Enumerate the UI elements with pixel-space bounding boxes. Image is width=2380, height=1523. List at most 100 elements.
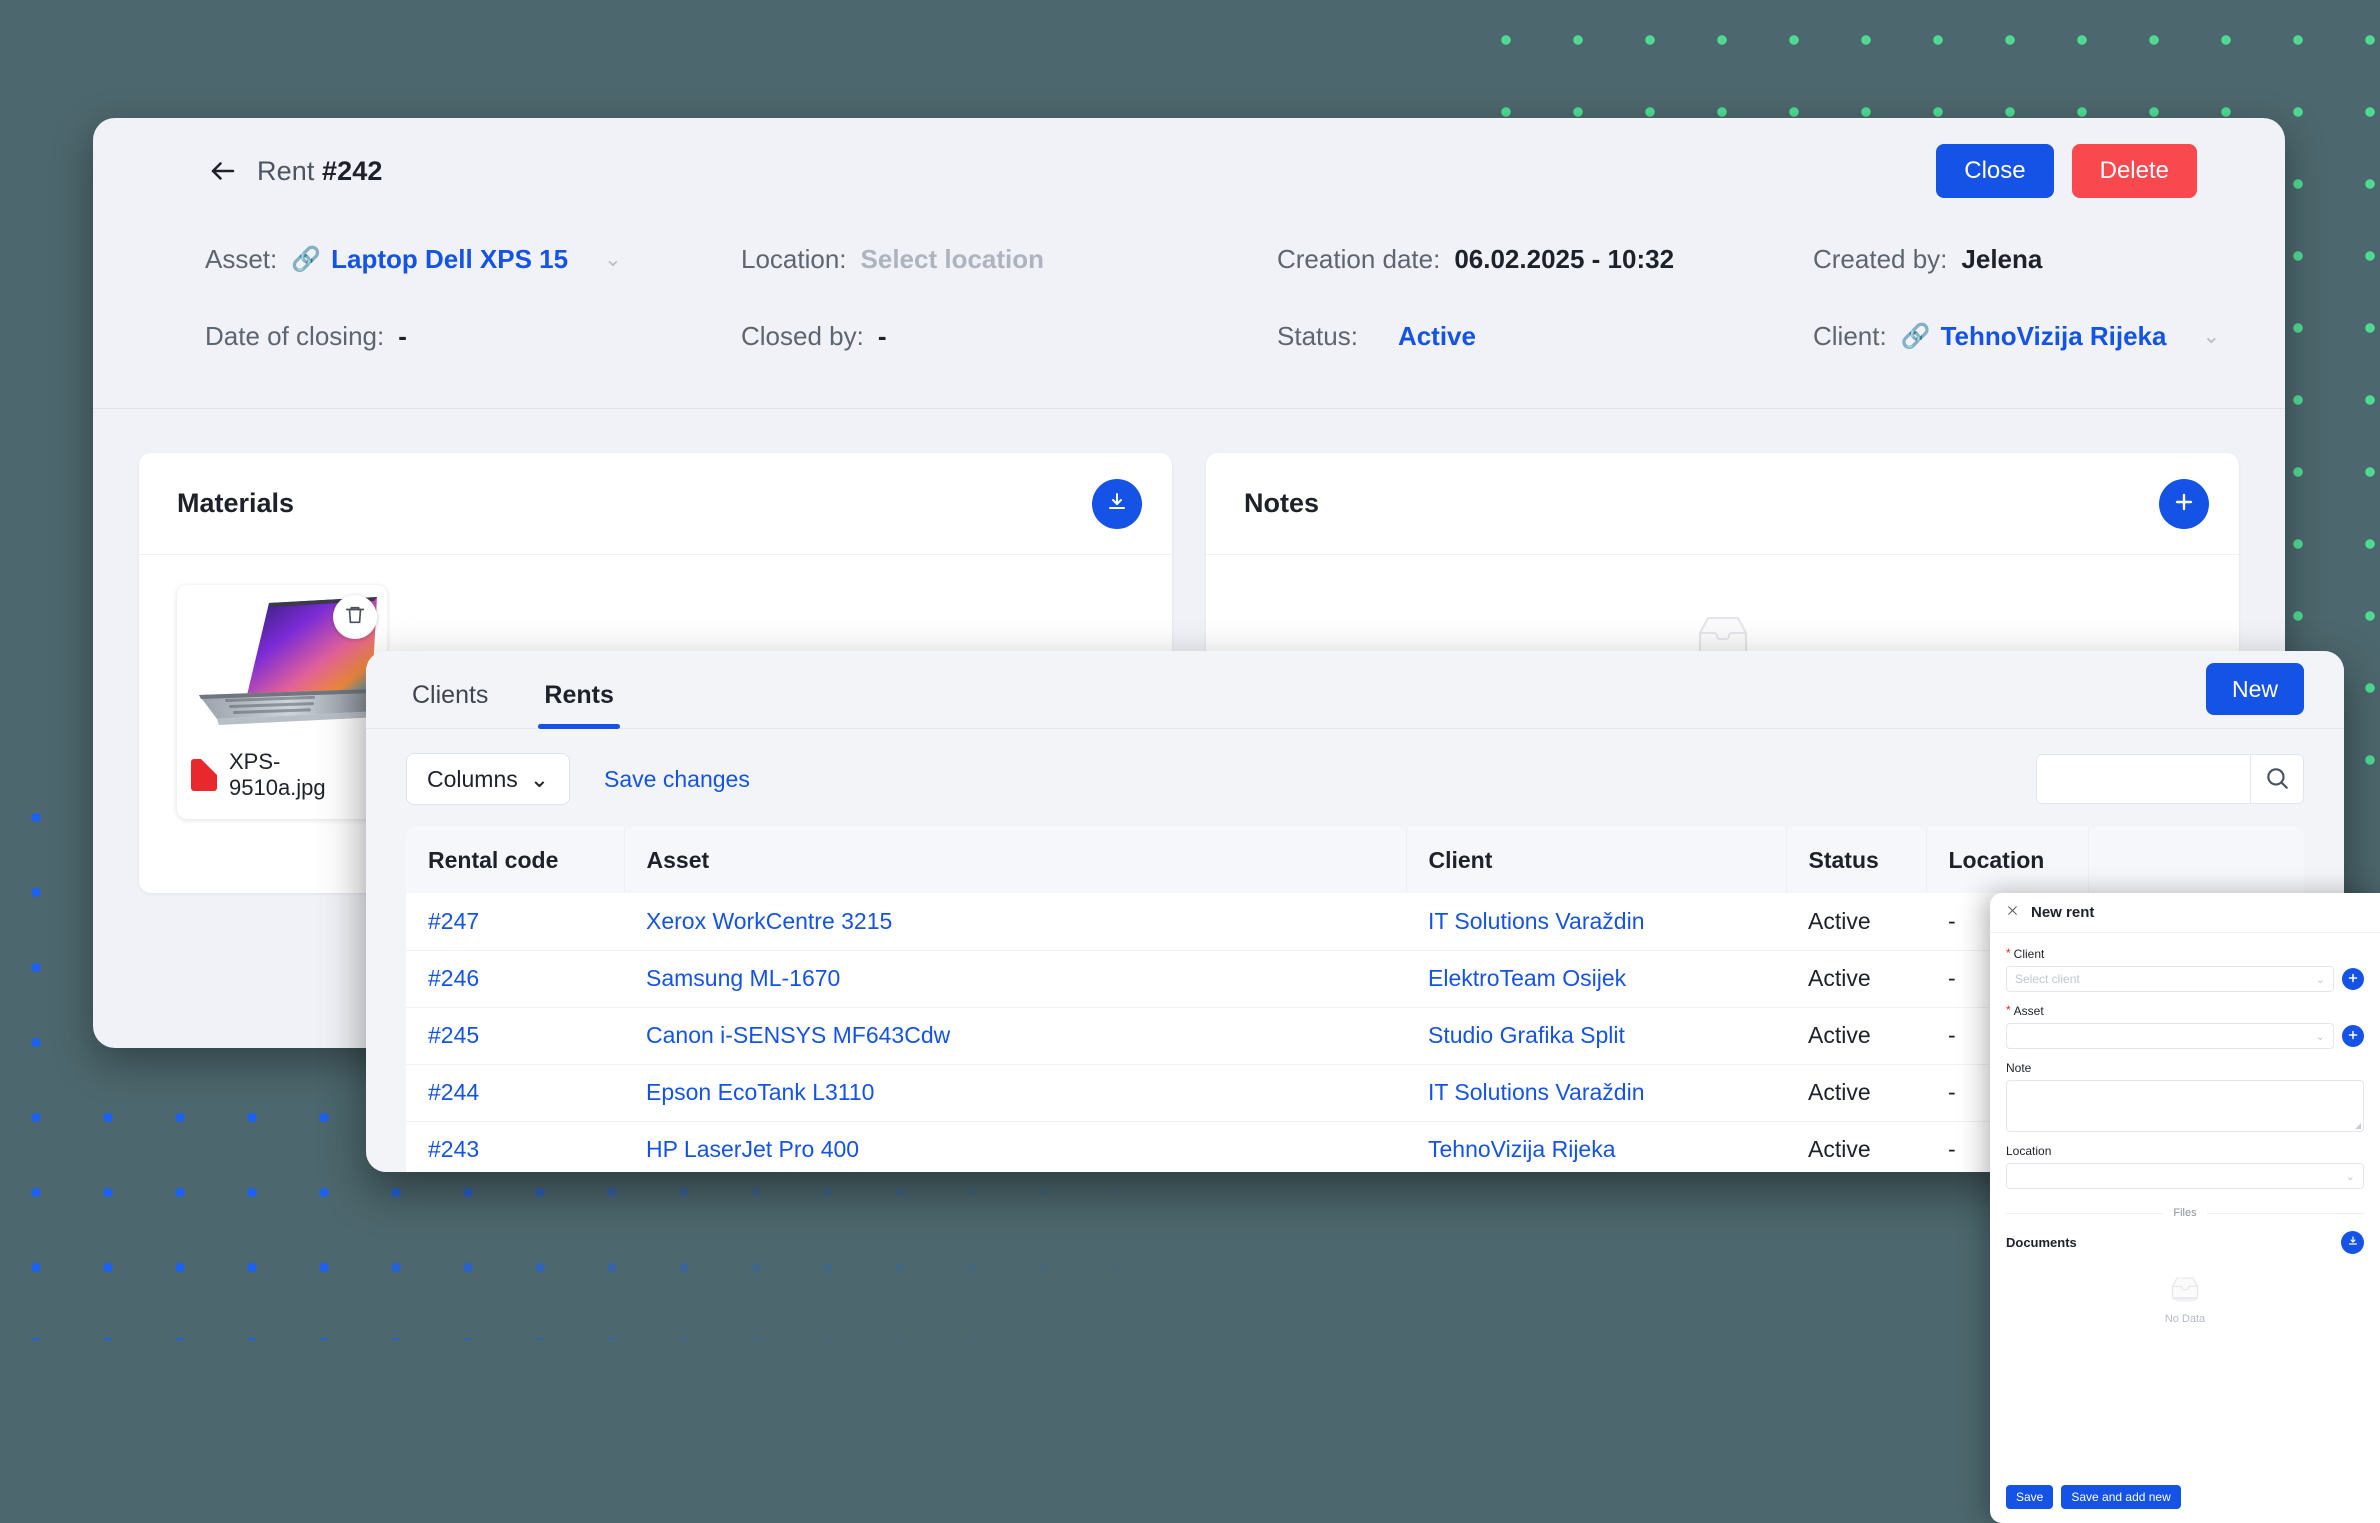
field-note-label-wrap: Note	[2006, 1061, 2364, 1075]
meta-closed-by: Closed by: -	[741, 321, 1277, 352]
cell-rental-code[interactable]: #244	[428, 1079, 479, 1105]
empty-box-icon	[2167, 1274, 2203, 1308]
upload-icon	[1105, 490, 1129, 517]
chevron-down-icon-client[interactable]: ⌄	[2202, 324, 2220, 349]
note-textarea[interactable]	[2006, 1080, 2364, 1132]
cell-status: Active	[1808, 1079, 1871, 1105]
cell-rental-code[interactable]: #247	[428, 908, 479, 934]
field-client-row: Select client ⌄	[2006, 966, 2364, 992]
chevron-down-icon: ⌄	[2315, 973, 2325, 986]
cell-rental-code[interactable]: #243	[428, 1136, 479, 1162]
plus-icon	[2347, 972, 2359, 987]
material-delete-button[interactable]	[333, 595, 377, 639]
cell-asset[interactable]: Epson EcoTank L3110	[646, 1079, 874, 1105]
add-client-button[interactable]	[2342, 968, 2364, 990]
chevron-down-icon-asset[interactable]: ⌄	[604, 247, 622, 272]
meta-location-value[interactable]: Select location	[861, 244, 1045, 275]
field-location: Location ⌄	[2006, 1144, 2364, 1189]
plus-icon	[2347, 1029, 2359, 1044]
drawer-title: New rent	[2031, 904, 2095, 921]
documents-title: Documents	[2006, 1235, 2077, 1250]
cell-client[interactable]: TehnoVizija Rijeka	[1428, 1136, 1616, 1162]
cell-client[interactable]: ElektroTeam Osijek	[1428, 965, 1626, 991]
cell-asset[interactable]: HP LaserJet Pro 400	[646, 1136, 859, 1162]
documents-header: Documents	[2006, 1231, 2364, 1254]
field-note: Note	[2006, 1061, 2364, 1132]
column-header-status[interactable]: Status	[1786, 827, 1927, 893]
save-and-add-new-button[interactable]: Save and add new	[2061, 1485, 2181, 1509]
new-rent-button[interactable]: New	[2205, 663, 2304, 715]
cell-asset[interactable]: Samsung ML-1670	[646, 965, 840, 991]
cell-client[interactable]: Studio Grafika Split	[1428, 1022, 1625, 1048]
meta-status: Status: Active	[1277, 321, 1813, 352]
column-header-asset[interactable]: Asset	[624, 827, 1407, 893]
cell-client[interactable]: IT Solutions Varaždin	[1428, 908, 1645, 934]
cell-rental-code[interactable]: #245	[428, 1022, 479, 1048]
field-client-label-wrap: * Client	[2006, 947, 2364, 961]
meta-asset-link[interactable]: 🔗 Laptop Dell XPS 15	[291, 244, 568, 275]
columns-button-label: Columns	[427, 765, 518, 792]
column-header-rental-code[interactable]: Rental code	[406, 827, 625, 893]
save-button[interactable]: Save	[2006, 1485, 2054, 1509]
material-thumbnail-card[interactable]: XPS-9510a.jpg	[177, 585, 387, 819]
field-asset-label-wrap: * Asset	[2006, 1004, 2364, 1018]
tab-rents[interactable]: Rents	[538, 681, 621, 729]
column-header-client[interactable]: Client	[1406, 827, 1787, 893]
add-asset-button[interactable]	[2342, 1025, 2364, 1047]
column-header-location[interactable]: Location	[1926, 827, 2089, 893]
cell-status: Active	[1808, 1022, 1871, 1048]
field-client-label: Client	[2013, 947, 2045, 961]
field-asset-label: Asset	[2013, 1004, 2044, 1018]
documents-upload-button[interactable]	[2341, 1231, 2364, 1254]
documents-empty-label: No Data	[2164, 1313, 2206, 1325]
table-header-row: Rental code Asset Client Status Location	[406, 827, 2304, 893]
location-select[interactable]: ⌄	[2006, 1163, 2364, 1189]
notes-title: Notes	[1244, 488, 1320, 518]
detail-header-actions: Close Delete	[1936, 144, 2247, 198]
material-file-caption: XPS-9510a.jpg	[177, 735, 387, 819]
notes-panel-header: Notes	[1206, 453, 2239, 555]
field-note-label: Note	[2006, 1061, 2032, 1075]
tab-clients[interactable]: Clients	[406, 681, 494, 728]
asset-select[interactable]: ⌄	[2006, 1023, 2334, 1049]
delete-button[interactable]: Delete	[2071, 144, 2197, 198]
upload-icon	[2347, 1235, 2359, 1250]
meta-created-by-value: Jelena	[1961, 244, 2043, 274]
material-thumbnail-image	[177, 585, 387, 735]
table-toolbar: Columns ⌄ Save changes	[366, 729, 2344, 827]
meta-date-of-closing: Date of closing: -	[205, 321, 741, 352]
close-icon[interactable]	[2006, 904, 2019, 922]
cell-client[interactable]: IT Solutions Varaždin	[1428, 1079, 1645, 1105]
cell-status: Active	[1808, 907, 1871, 934]
meta-client-value: TehnoVizija Rijeka	[1940, 321, 2167, 351]
notes-add-button[interactable]	[2159, 478, 2209, 529]
meta-client: Client: 🔗 TehnoVizija Rijeka ⌄	[1813, 321, 2285, 352]
close-button[interactable]: Close	[1936, 144, 2054, 198]
materials-upload-button[interactable]	[1092, 478, 1142, 529]
required-asterisk-icon: *	[2006, 1003, 2011, 1017]
drawer-body: * Client Select client ⌄ * Asset ⌄ Note …	[1990, 933, 2380, 1485]
meta-creation-date-value: 06.02.2025 - 10:32	[1454, 244, 1675, 274]
save-changes-link[interactable]: Save changes	[604, 766, 750, 793]
cell-location: -	[1948, 965, 1956, 991]
meta-closed-by-value: -	[877, 321, 887, 351]
meta-asset-value: Laptop Dell XPS 15	[331, 244, 569, 274]
required-asterisk-icon: *	[2006, 946, 2011, 960]
trash-icon	[344, 604, 366, 631]
search-icon	[2264, 765, 2290, 794]
search-button[interactable]	[2250, 754, 2304, 804]
cell-location: -	[1948, 1136, 1956, 1162]
cell-asset[interactable]: Canon i-SENSYS MF643Cdw	[646, 1022, 950, 1048]
meta-client-link[interactable]: 🔗 TehnoVizija Rijeka	[1901, 321, 2167, 352]
cell-asset[interactable]: Xerox WorkCentre 3215	[646, 908, 892, 934]
meta-asset: Asset: 🔗 Laptop Dell XPS 15 ⌄	[205, 244, 741, 275]
cell-rental-code[interactable]: #246	[428, 965, 479, 991]
cell-location: -	[1948, 1079, 1956, 1105]
search-input[interactable]	[2036, 754, 2250, 804]
client-select[interactable]: Select client ⌄	[2006, 966, 2334, 992]
columns-dropdown-button[interactable]: Columns ⌄	[406, 753, 571, 805]
link-icon: 🔗	[291, 246, 322, 273]
arrow-left-icon[interactable]	[206, 154, 240, 188]
meta-date-of-closing-value: -	[398, 321, 407, 351]
status-badge: Active	[1397, 321, 1476, 351]
